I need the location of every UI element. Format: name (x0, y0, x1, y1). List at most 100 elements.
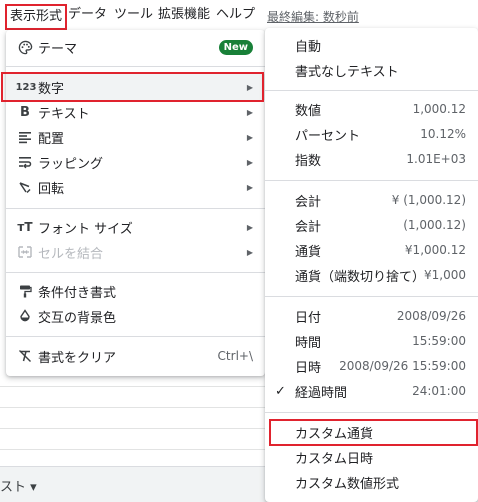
menu-data[interactable]: データ (68, 5, 107, 25)
submenu-arrow-icon: ▶ (246, 157, 253, 167)
submenu-arrow-icon: ▶ (246, 182, 253, 192)
menu-divider (6, 336, 265, 337)
highlight-box-number (1, 72, 264, 102)
bold-icon: B (20, 104, 30, 120)
number-item-duration[interactable]: ✓ 経過時間 24:01:00 (265, 378, 478, 404)
format-example: 2008/09/26 15:59:00 (339, 359, 466, 373)
menu-item-label: 時間 (295, 335, 322, 351)
menu-divider (265, 412, 478, 413)
shortcut-hint: Ctrl+\ (217, 349, 253, 363)
menu-format[interactable]: 表示形式 (5, 4, 68, 30)
number-item-date[interactable]: 日付 2008/09/26 (265, 303, 478, 329)
submenu-arrow-icon: ▶ (246, 247, 253, 257)
menu-item-wrapping[interactable]: ラッピング ▶ (6, 149, 265, 175)
format-example: ¥ (1,000.12) (391, 193, 466, 207)
submenu-arrow-icon: ▶ (246, 107, 253, 117)
menu-item-text[interactable]: B テキスト ▶ (6, 99, 265, 125)
submenu-arrow-icon: ▶ (246, 222, 253, 232)
grid-line (0, 386, 270, 387)
align-left-icon (16, 128, 34, 146)
menu-item-label: 日時 (295, 360, 322, 376)
menu-item-label: フォント サイズ (38, 221, 133, 237)
menu-item-conditional-formatting[interactable]: 条件付き書式 (6, 278, 265, 304)
submenu-arrow-icon: ▶ (246, 132, 253, 142)
format-example: (1,000.12) (403, 218, 466, 232)
number-item-financial[interactable]: 会計 (1,000.12) (265, 212, 478, 238)
number-item-custom-datetime[interactable]: カスタム日時 (265, 444, 478, 470)
menu-item-label: セルを結合 (38, 246, 104, 262)
grid-line (0, 449, 270, 450)
format-example: 15:59:00 (412, 334, 466, 348)
menu-item-theme[interactable]: テーマ New (6, 34, 265, 60)
menu-item-label: パーセント (295, 128, 361, 144)
number-item-accounting[interactable]: 会計 ¥ (1,000.12) (265, 187, 478, 213)
menu-item-label: カスタム日時 (295, 451, 374, 467)
menu-divider (6, 66, 265, 67)
menu-item-alignment[interactable]: 配置 ▶ (6, 124, 265, 150)
fill-drip-icon (16, 307, 34, 325)
number-item-plain-text[interactable]: 書式なしテキスト (265, 57, 478, 83)
menu-item-merge-cells[interactable]: セルを結合 ▶ (6, 239, 265, 265)
number-item-number[interactable]: 数値 1,000.12 (265, 96, 478, 122)
menu-item-label: 指数 (295, 153, 322, 169)
menu-item-clear-formatting[interactable]: 書式をクリア Ctrl+\ (6, 343, 265, 369)
menu-item-label: 数値 (295, 103, 322, 119)
number-item-custom-number-format[interactable]: カスタム数値形式 (265, 469, 478, 495)
number-item-currency-rounded[interactable]: 通貨（端数切り捨て） ¥1,000 (265, 262, 478, 288)
paint-roller-icon (16, 282, 34, 300)
menu-item-label: 通貨 (295, 244, 322, 260)
text-wrap-icon (16, 153, 34, 171)
menu-item-label: カスタム数値形式 (295, 476, 400, 492)
new-badge: New (218, 39, 253, 55)
palette-icon (16, 38, 34, 56)
format-example: 1,000.12 (412, 102, 466, 116)
text-rotation-icon (16, 178, 34, 196)
format-example: ¥1,000.12 (404, 243, 466, 257)
menu-divider (6, 272, 265, 273)
sheet-tab[interactable]: スト ▾ (0, 476, 37, 495)
number-item-scientific[interactable]: 指数 1.01E+03 (265, 146, 478, 172)
menu-item-label: 回転 (38, 181, 65, 197)
number-item-datetime[interactable]: 日時 2008/09/26 15:59:00 (265, 353, 478, 379)
format-example: 2008/09/26 (396, 309, 466, 323)
merge-icon (16, 243, 34, 261)
clear-format-icon (16, 347, 34, 365)
menu-item-label: 日付 (295, 310, 322, 326)
number-item-automatic[interactable]: 自動 (265, 32, 478, 58)
checkmark-icon: ✓ (275, 383, 286, 399)
menu-item-label: 自動 (295, 39, 322, 55)
menu-item-label: テキスト (38, 106, 90, 122)
menu-item-alternating-colors[interactable]: 交互の背景色 (6, 303, 265, 329)
menu-item-font-size[interactable]: тT フォント サイズ ▶ (6, 214, 265, 240)
number-item-currency[interactable]: 通貨 ¥1,000.12 (265, 237, 478, 263)
format-example: 10.12% (420, 127, 466, 141)
format-example: ¥1,000 (424, 268, 466, 282)
menu-item-label: 経過時間 (295, 385, 348, 401)
last-edit-link[interactable]: 最終編集: 数秒前 (267, 8, 359, 25)
menu-divider (265, 90, 478, 91)
format-example: 1.01E+03 (406, 152, 466, 166)
highlight-box-custom-currency (269, 419, 478, 446)
menu-item-label: 会計 (295, 194, 322, 210)
menu-item-label: 書式なしテキスト (295, 64, 399, 80)
menu-item-label: テーマ (38, 41, 78, 57)
format-example: 24:01:00 (412, 384, 466, 398)
menu-item-label: 交互の背景色 (38, 310, 117, 326)
menu-item-label: 書式をクリア (38, 350, 117, 366)
menu-help[interactable]: ヘルプ (216, 5, 255, 25)
menu-divider (6, 208, 265, 209)
menu-tools[interactable]: ツール (114, 5, 153, 25)
menu-item-label: 通貨（端数切り捨て） (295, 269, 426, 285)
number-item-percent[interactable]: パーセント 10.12% (265, 121, 478, 147)
menu-item-label: 会計 (295, 219, 322, 235)
menu-item-rotation[interactable]: 回転 ▶ (6, 174, 265, 200)
number-item-time[interactable]: 時間 15:59:00 (265, 328, 478, 354)
menu-divider (265, 180, 478, 181)
menu-item-label: 条件付き書式 (38, 285, 117, 301)
menu-item-label: ラッピング (38, 156, 104, 172)
grid-line (0, 428, 270, 429)
menu-divider (265, 296, 478, 297)
font-size-icon: тT (17, 220, 33, 234)
menu-extensions[interactable]: 拡張機能 (158, 5, 210, 25)
menubar: 表示形式 データ ツール 拡張機能 ヘルプ 最終編集: 数秒前 (0, 0, 478, 30)
